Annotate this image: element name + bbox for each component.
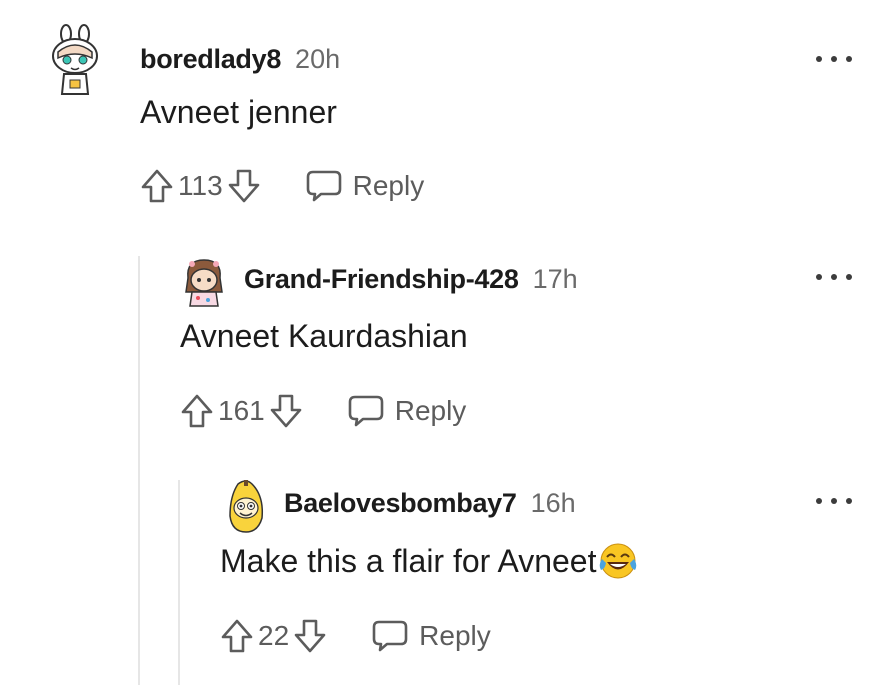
more-options-button[interactable] — [816, 494, 852, 508]
comment-meta: boredlady8 20h — [140, 44, 340, 75]
downvote-icon[interactable] — [269, 393, 303, 429]
vote-score: 22 — [258, 620, 290, 651]
comment-body-text: Make this a flair for Avneet — [220, 542, 597, 579]
username[interactable]: Baelovesbombay7 — [284, 488, 517, 519]
reply-button[interactable]: Reply — [371, 619, 491, 653]
reply-label: Reply — [394, 395, 467, 426]
username[interactable]: Grand-Friendship-428 — [244, 264, 519, 295]
speech-bubble-icon — [372, 620, 408, 652]
vote-score: 161 — [218, 395, 265, 426]
more-options-button[interactable] — [816, 270, 852, 284]
comment-body: Avneet jenner — [140, 93, 337, 130]
timestamp: 16h — [530, 488, 576, 518]
snoo-banana-costume-avatar-icon — [229, 480, 264, 533]
comment-meta: Baelovesbombay7 16h — [284, 488, 576, 519]
reply-label: Reply — [419, 620, 491, 651]
speech-bubble-icon — [306, 170, 341, 202]
comment-actions: 161 Reply — [180, 391, 466, 431]
username[interactable]: boredlady8 — [140, 44, 281, 75]
comment-actions: 22 Reply — [220, 616, 491, 656]
dot-icon — [846, 56, 852, 62]
timestamp: 17h — [532, 264, 578, 294]
user-avatar[interactable] — [48, 24, 104, 100]
user-avatar[interactable] — [222, 478, 270, 534]
dot-icon — [831, 498, 837, 504]
dot-icon — [846, 274, 852, 280]
dot-icon — [816, 56, 822, 62]
reply-button[interactable]: Reply — [305, 169, 425, 203]
face-with-tears-of-joy-icon — [600, 543, 637, 579]
comment-body: Make this a flair for Avneet — [220, 540, 638, 582]
comment-meta: Grand-Friendship-428 17h — [244, 264, 578, 295]
upvote-icon[interactable] — [220, 618, 254, 654]
thread-line[interactable] — [138, 256, 140, 685]
downvote-icon[interactable] — [227, 168, 261, 204]
upvote-icon[interactable] — [180, 393, 214, 429]
dot-icon — [831, 56, 837, 62]
dot-icon — [831, 274, 837, 280]
reply-button[interactable]: Reply — [347, 394, 467, 428]
comment-body: Avneet Kaurdashian — [180, 317, 468, 354]
dot-icon — [816, 498, 822, 504]
downvote-icon[interactable] — [293, 618, 327, 654]
timestamp: 20h — [295, 44, 341, 74]
user-avatar[interactable] — [182, 256, 226, 308]
dot-icon — [816, 274, 822, 280]
snoo-brown-hair-avatar-icon — [185, 259, 223, 307]
more-options-button[interactable] — [816, 52, 852, 66]
upvote-icon[interactable] — [140, 168, 174, 204]
thread-line[interactable] — [178, 480, 180, 685]
comment-actions: 113 Reply — [140, 166, 424, 206]
reply-label: Reply — [352, 170, 425, 201]
speech-bubble-icon — [348, 395, 384, 427]
dot-icon — [846, 498, 852, 504]
snoo-bunny-hat-avatar-icon — [52, 24, 98, 95]
vote-score: 113 — [178, 170, 223, 201]
